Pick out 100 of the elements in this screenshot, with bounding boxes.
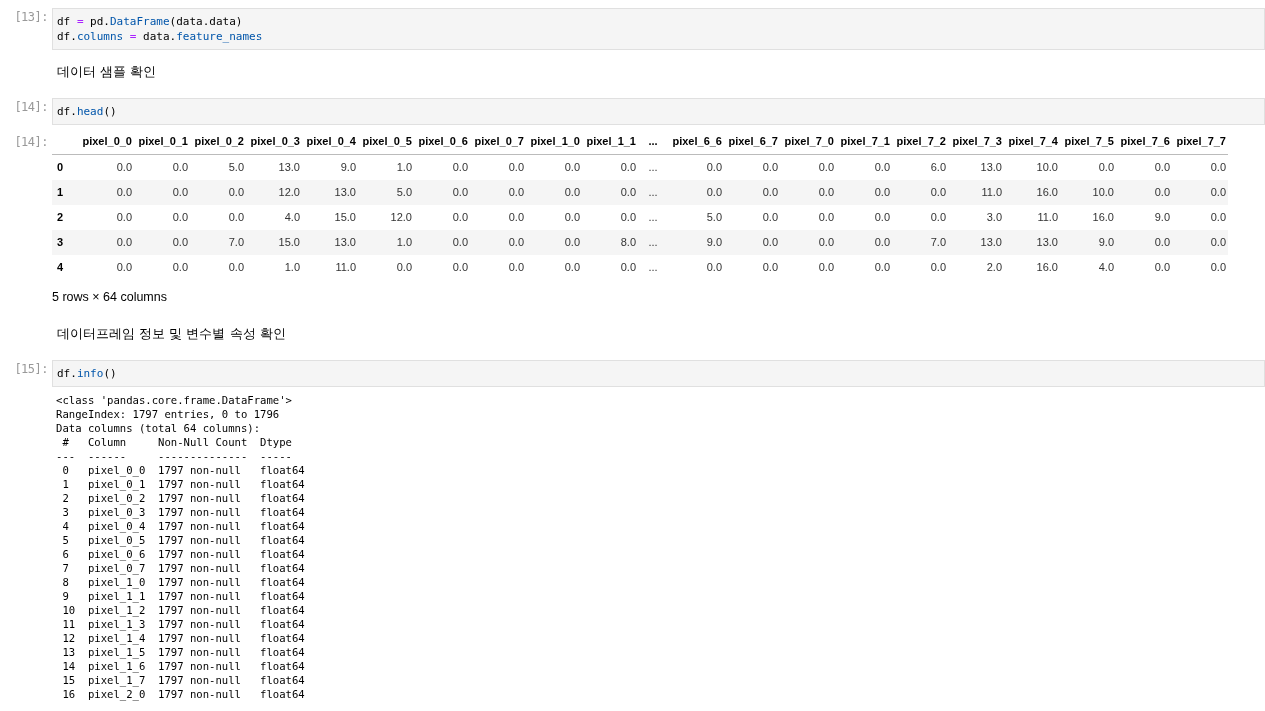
output-line: 0 pixel_0_0 1797 non-null float64 — [61, 463, 305, 476]
table-cell: 0.0 — [134, 229, 190, 255]
code-input[interactable]: df.info() — [52, 359, 1265, 387]
table-cell: 0.0 — [470, 154, 526, 180]
table-cell: 0.0 — [780, 254, 836, 280]
column-header: pixel_0_4 — [302, 128, 358, 155]
table-cell: 0.0 — [1172, 204, 1228, 230]
column-header: pixel_0_6 — [414, 128, 470, 155]
table-cell: 4.0 — [1060, 254, 1116, 280]
table-cell: 9.0 — [1060, 229, 1116, 255]
table-cell: 0.0 — [414, 254, 470, 280]
table-cell: 0.0 — [414, 204, 470, 230]
table-cell: 13.0 — [246, 154, 302, 180]
shape-text: 5 rows × 64 columns — [52, 289, 167, 304]
table-cell: 5.0 — [668, 204, 724, 230]
table-cell: 0.0 — [526, 254, 582, 280]
table-cell: 0.0 — [582, 254, 638, 280]
column-header: pixel_0_1 — [134, 128, 190, 155]
code-input[interactable]: df = pd.DataFrame(data.data) df.columns = data.feature_names — [52, 8, 1265, 50]
table-cell: 0.0 — [1060, 154, 1116, 180]
table-cell: 6.0 — [892, 154, 948, 180]
table-cell: 0.0 — [134, 204, 190, 230]
output-line: 4 pixel_0_4 1797 non-null float64 — [61, 519, 305, 532]
table-cell: 7.0 — [190, 229, 246, 255]
table-cell: 5.0 — [358, 179, 414, 205]
table-cell: 0.0 — [190, 204, 246, 230]
table-cell: 1.0 — [246, 254, 302, 280]
table-cell: 0.0 — [724, 229, 780, 255]
column-header: pixel_6_6 — [668, 128, 724, 155]
output-line: 11 pixel_1_3 1797 non-null float64 — [61, 617, 305, 630]
table-cell: 11.0 — [1004, 204, 1060, 230]
table-cell: 13.0 — [948, 229, 1004, 255]
table-cell: 0.0 — [470, 204, 526, 230]
table-cell: 12.0 — [246, 179, 302, 205]
output-line: --- ------ -------------- ----- — [56, 449, 293, 462]
row-index: 3 — [52, 229, 78, 255]
table-cell: 16.0 — [1004, 179, 1060, 205]
output-line: 10 pixel_1_2 1797 non-null float64 — [61, 603, 305, 616]
table-cell: ... — [638, 204, 668, 230]
table-cell: 0.0 — [780, 229, 836, 255]
output-line: 14 pixel_1_6 1797 non-null float64 — [61, 659, 305, 672]
column-header: pixel_7_2 — [892, 128, 948, 155]
table-cell: 0.0 — [582, 154, 638, 180]
table-cell: 13.0 — [1004, 229, 1060, 255]
table-cell: 0.0 — [836, 154, 892, 180]
table-cell: 0.0 — [526, 229, 582, 255]
table-cell: 0.0 — [582, 204, 638, 230]
column-header: pixel_1_0 — [526, 128, 582, 155]
output-line: 3 pixel_0_3 1797 non-null float64 — [61, 505, 305, 518]
table-cell: 0.0 — [836, 179, 892, 205]
table-cell: 2.0 — [948, 254, 1004, 280]
table-cell: 0.0 — [414, 229, 470, 255]
table-cell: 0.0 — [668, 254, 724, 280]
table-cell: 0.0 — [526, 179, 582, 205]
cell-prompt: [14]: — [14, 134, 48, 149]
output-line: 2 pixel_0_2 1797 non-null float64 — [61, 491, 305, 504]
table-cell: 0.0 — [134, 154, 190, 180]
table-cell: 0.0 — [78, 204, 134, 230]
output-line: 5 pixel_0_5 1797 non-null float64 — [61, 533, 305, 546]
table-cell: 16.0 — [1004, 254, 1060, 280]
table-cell: ... — [638, 254, 668, 280]
output-line: RangeIndex: 1797 entries, 0 to 1796 — [56, 407, 280, 420]
table-cell: 0.0 — [470, 179, 526, 205]
output-line: <class 'pandas.core.frame.DataFrame'> — [56, 393, 292, 406]
table-cell: 7.0 — [892, 229, 948, 255]
table-cell: 0.0 — [1172, 254, 1228, 280]
table-cell: 9.0 — [1116, 204, 1172, 230]
output-line: 9 pixel_1_1 1797 non-null float64 — [61, 589, 305, 602]
table-cell: 0.0 — [668, 154, 724, 180]
table-cell: 0.0 — [78, 254, 134, 280]
table-cell: 0.0 — [78, 179, 134, 205]
table-cell: 10.0 — [1004, 154, 1060, 180]
table-cell: 0.0 — [78, 154, 134, 180]
table-cell: 0.0 — [892, 204, 948, 230]
output-line: # Column Non-Null Count Dtype — [61, 435, 293, 448]
table-cell: 0.0 — [836, 229, 892, 255]
output-line: 8 pixel_1_0 1797 non-null float64 — [61, 575, 305, 588]
table-cell: 0.0 — [1172, 179, 1228, 205]
table-cell: 0.0 — [526, 154, 582, 180]
table-cell: 15.0 — [246, 229, 302, 255]
table-cell: 0.0 — [892, 179, 948, 205]
table-cell: 0.0 — [892, 254, 948, 280]
column-header: pixel_1_1 — [582, 128, 638, 155]
table-cell: 9.0 — [668, 229, 724, 255]
table-cell: 0.0 — [1116, 179, 1172, 205]
table-cell: 1.0 — [358, 154, 414, 180]
table-cell: 0.0 — [134, 179, 190, 205]
table-cell: 0.0 — [1116, 254, 1172, 280]
table-cell: 0.0 — [470, 229, 526, 255]
table-cell: 0.0 — [724, 154, 780, 180]
table-cell: 0.0 — [190, 254, 246, 280]
row-index: 2 — [52, 204, 78, 230]
markdown-text: 데이터프레임 정보 및 변수별 속성 확인 — [56, 325, 287, 344]
table-cell: 13.0 — [302, 179, 358, 205]
column-header: pixel_0_3 — [246, 128, 302, 155]
table-cell: 0.0 — [1116, 154, 1172, 180]
table-cell: 10.0 — [1060, 179, 1116, 205]
table-cell: 16.0 — [1060, 204, 1116, 230]
column-header: pixel_0_0 — [78, 128, 134, 155]
code-input[interactable]: df.head() — [52, 97, 1265, 125]
